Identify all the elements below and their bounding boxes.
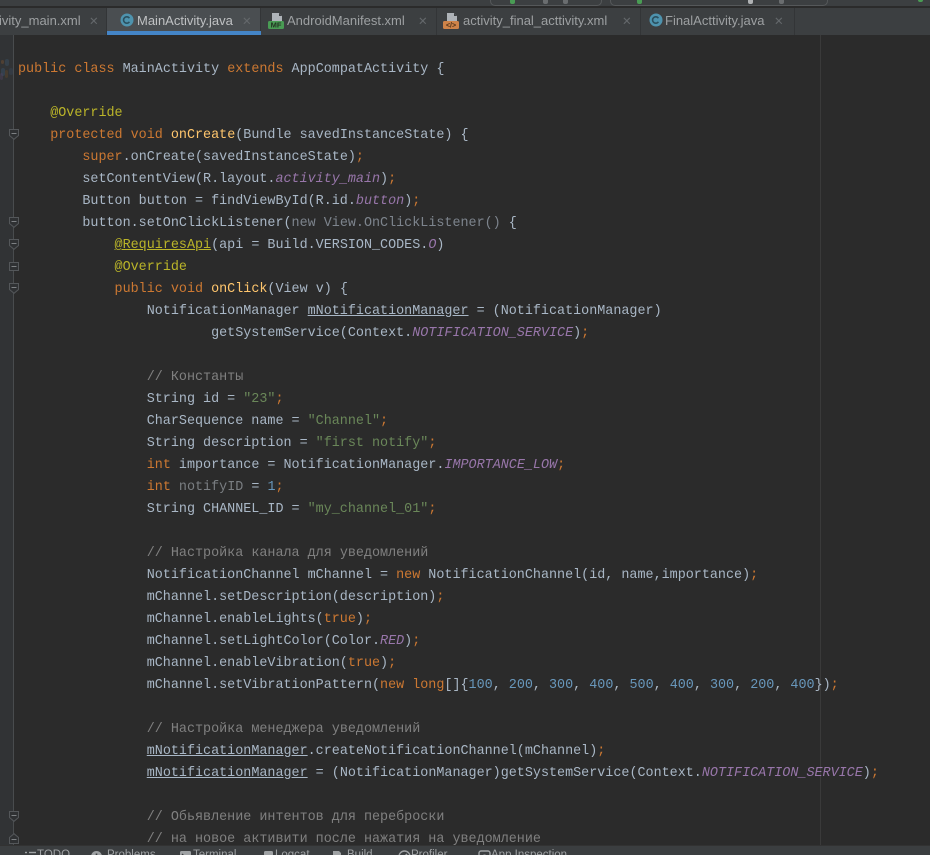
svg-text:MF: MF [271, 21, 282, 30]
svg-text:</>: </> [446, 23, 456, 30]
